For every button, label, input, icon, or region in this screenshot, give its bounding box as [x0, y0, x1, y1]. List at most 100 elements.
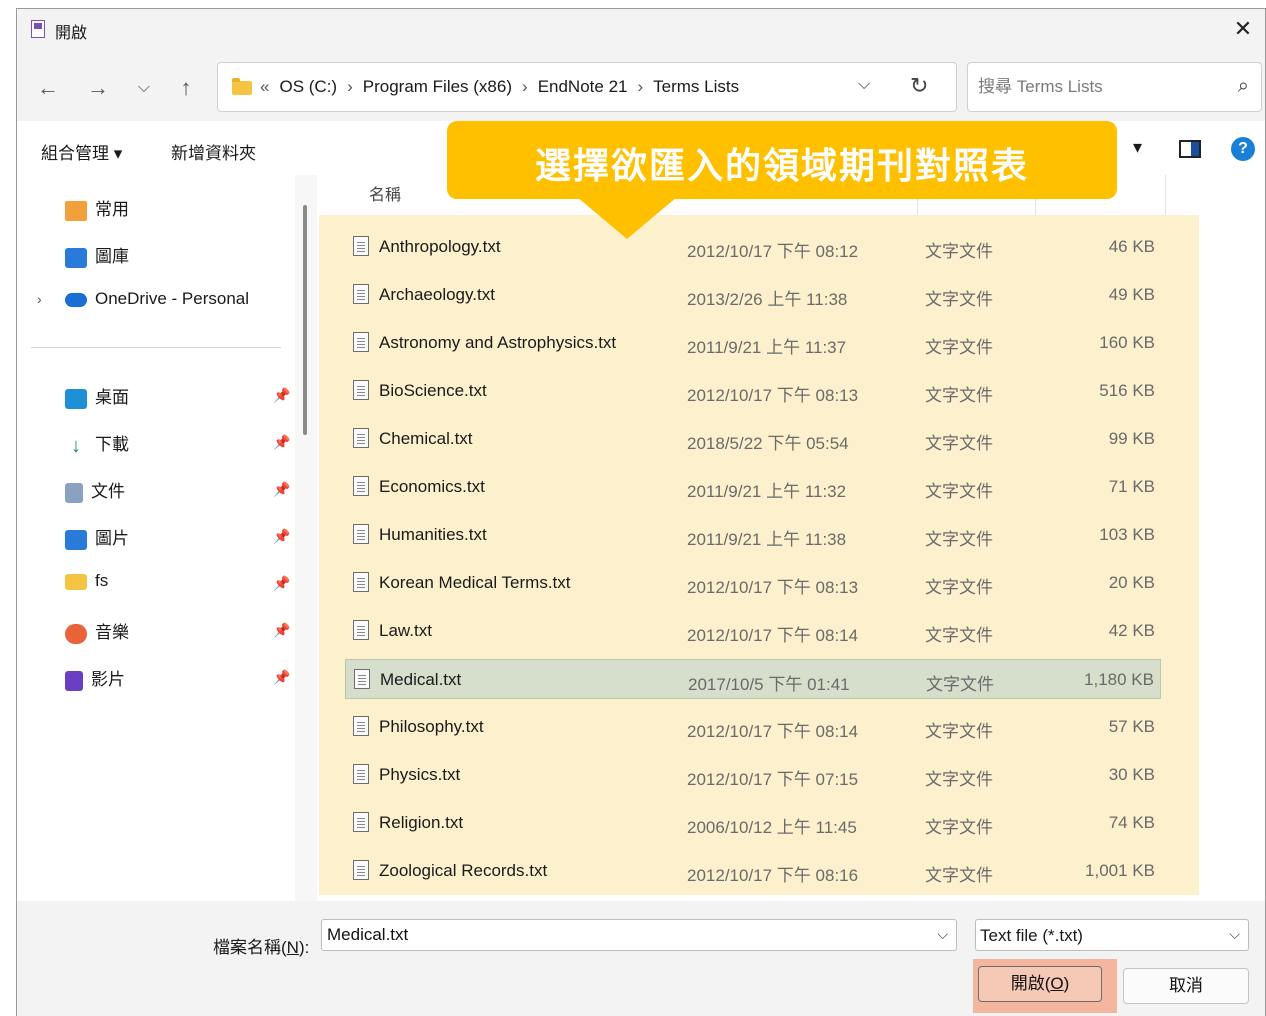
file-type: 文字文件: [925, 242, 993, 261]
text-file-icon: [354, 669, 370, 689]
text-file-icon: [353, 236, 369, 256]
organize-menu-button[interactable]: 組合管理 ▾: [41, 139, 122, 164]
file-row[interactable]: Chemical.txt 2018/5/22 下午 05:54 文字文件 99 …: [345, 419, 1161, 459]
file-row[interactable]: Korean Medical Terms.txt 2012/10/17 下午 0…: [345, 563, 1161, 603]
text-file-icon: [353, 524, 369, 544]
sidebar-item-fs[interactable]: fs: [65, 571, 108, 591]
file-row[interactable]: Philosophy.txt 2012/10/17 下午 08:14 文字文件 …: [345, 707, 1161, 747]
file-date: 2012/10/17 下午 08:14: [687, 722, 859, 741]
file-row[interactable]: Archaeology.txt 2013/2/26 上午 11:38 文字文件 …: [345, 275, 1161, 315]
file-row[interactable]: Law.txt 2012/10/17 下午 08:14 文字文件 42 KB: [345, 611, 1161, 651]
preview-pane-icon[interactable]: [1179, 140, 1201, 158]
file-row[interactable]: Physics.txt 2012/10/17 下午 07:15 文字文件 30 …: [345, 755, 1161, 795]
sidebar-scrollbar[interactable]: [295, 175, 317, 901]
breadcrumb-separator[interactable]: ›: [522, 77, 528, 96]
pin-icon[interactable]: 📌: [273, 387, 290, 404]
file-row[interactable]: Zoological Records.txt 2012/10/17 下午 08:…: [345, 851, 1161, 891]
address-bar[interactable]: « OS (C:) › Program Files (x86) › EndNote 21 ›…: [217, 62, 957, 112]
file-list: 名稱 Anthropology.txt 2012/10/17 下午 08:12 …: [317, 175, 1265, 901]
text-file-icon: [353, 428, 369, 448]
breadcrumb-separator[interactable]: ›: [347, 77, 353, 96]
desktop-icon: [65, 388, 87, 409]
file-type: 文字文件: [925, 770, 993, 789]
text-file-icon: [353, 860, 369, 880]
pin-icon[interactable]: 📌: [273, 622, 290, 639]
pin-icon[interactable]: 📌: [273, 481, 290, 498]
search-box[interactable]: ⌕: [967, 62, 1262, 112]
breadcrumb-separator[interactable]: ›: [637, 77, 643, 96]
file-date: 2012/10/17 下午 08:13: [687, 386, 859, 405]
file-row[interactable]: Economics.txt 2011/9/21 上午 11:32 文字文件 71…: [345, 467, 1161, 507]
column-header-name[interactable]: 名稱: [369, 181, 401, 205]
sidebar-item-home[interactable]: 常用: [65, 195, 129, 221]
folder-icon: [232, 78, 252, 95]
scrollbar-thumb[interactable]: [303, 205, 307, 435]
file-row-selected[interactable]: Medical.txt 2017/10/5 下午 01:41 文字文件 1,18…: [345, 659, 1161, 699]
sidebar-item-documents[interactable]: 文件: [65, 477, 125, 503]
pin-icon[interactable]: 📌: [273, 528, 290, 545]
breadcrumb-item-program-files[interactable]: Program Files (x86): [363, 77, 512, 96]
sidebar-item-desktop[interactable]: 桌面: [65, 383, 129, 409]
file-row[interactable]: Astronomy and Astrophysics.txt 2011/9/21…: [345, 323, 1161, 363]
search-input[interactable]: [978, 75, 1218, 99]
file-row[interactable]: BioScience.txt 2012/10/17 下午 08:13 文字文件 …: [345, 371, 1161, 411]
file-name: Philosophy.txt: [379, 717, 484, 736]
pin-icon[interactable]: 📌: [273, 669, 290, 686]
sidebar-item-downloads[interactable]: ↓ 下載: [65, 430, 129, 456]
endnote-app-icon: [31, 20, 45, 38]
file-size: 1,180 KB: [1084, 670, 1154, 689]
new-folder-button[interactable]: 新增資料夾: [171, 139, 256, 164]
document-icon: [65, 482, 83, 503]
address-history-chevron-icon[interactable]: ⌵: [858, 76, 870, 94]
view-options-chevron-icon[interactable]: ▾: [1133, 137, 1142, 158]
back-button[interactable]: ←: [33, 73, 63, 103]
help-icon[interactable]: ?: [1231, 137, 1255, 161]
forward-button[interactable]: →: [83, 73, 113, 103]
filename-combobox[interactable]: ⌵: [321, 919, 957, 951]
open-button[interactable]: 開啟(O): [978, 966, 1102, 1002]
breadcrumb-item-endnote[interactable]: EndNote 21: [538, 77, 628, 96]
annotation-callout: 選擇欲匯入的領域期刊對照表: [447, 121, 1117, 239]
file-type: 文字文件: [925, 338, 993, 357]
sidebar-item-pictures[interactable]: 圖片: [65, 524, 129, 550]
sidebar-item-label: OneDrive - Personal: [95, 289, 250, 308]
file-size: 49 KB: [1108, 285, 1155, 304]
chevron-down-icon[interactable]: ⌵: [937, 926, 948, 943]
sidebar-item-onedrive[interactable]: OneDrive - Personal: [65, 289, 249, 309]
file-date: 2018/5/22 下午 05:54: [687, 434, 849, 453]
pin-icon[interactable]: 📌: [273, 575, 290, 592]
sidebar-item-gallery[interactable]: 圖庫: [65, 242, 129, 268]
breadcrumb-item-os-c[interactable]: OS (C:): [279, 77, 337, 96]
file-date: 2012/10/17 下午 08:16: [687, 866, 859, 885]
refresh-icon[interactable]: ↻: [910, 73, 928, 99]
file-size: 74 KB: [1108, 813, 1155, 832]
chevron-down-icon[interactable]: ⌵: [1229, 926, 1240, 943]
file-size: 46 KB: [1108, 237, 1155, 256]
cloud-icon: [65, 292, 87, 307]
file-row[interactable]: Anthropology.txt 2012/10/17 下午 08:12 文字文…: [345, 227, 1161, 267]
file-type: 文字文件: [925, 530, 993, 549]
filename-input[interactable]: [327, 925, 917, 945]
file-date: 2012/10/17 下午 08:14: [687, 626, 859, 645]
sidebar-item-label: 常用: [95, 200, 129, 219]
column-divider[interactable]: [1165, 175, 1166, 215]
close-button[interactable]: ✕: [1221, 9, 1265, 49]
breadcrumb-item-terms-lists[interactable]: Terms Lists: [653, 77, 739, 96]
recent-locations-button[interactable]: ⌵: [129, 73, 159, 103]
up-folder-button[interactable]: ↑: [171, 73, 201, 103]
cancel-button[interactable]: 取消: [1123, 968, 1249, 1004]
file-row[interactable]: Humanities.txt 2011/9/21 上午 11:38 文字文件 1…: [345, 515, 1161, 555]
file-name: Law.txt: [379, 621, 432, 640]
sidebar-item-label: fs: [95, 571, 109, 590]
pictures-icon: [65, 529, 87, 550]
sidebar-item-music[interactable]: 音樂: [65, 618, 129, 644]
file-name: Chemical.txt: [379, 429, 473, 448]
file-type-select[interactable]: Text file (*.txt) ⌵: [975, 919, 1249, 951]
expand-chevron-icon[interactable]: ›: [37, 291, 42, 307]
file-type: 文字文件: [925, 434, 993, 453]
search-icon[interactable]: ⌕: [1238, 75, 1249, 98]
breadcrumb-overflow[interactable]: «: [260, 77, 269, 96]
file-row[interactable]: Religion.txt 2006/10/12 上午 11:45 文字文件 74…: [345, 803, 1161, 843]
sidebar-item-videos[interactable]: 影片: [65, 665, 125, 691]
pin-icon[interactable]: 📌: [273, 434, 290, 451]
